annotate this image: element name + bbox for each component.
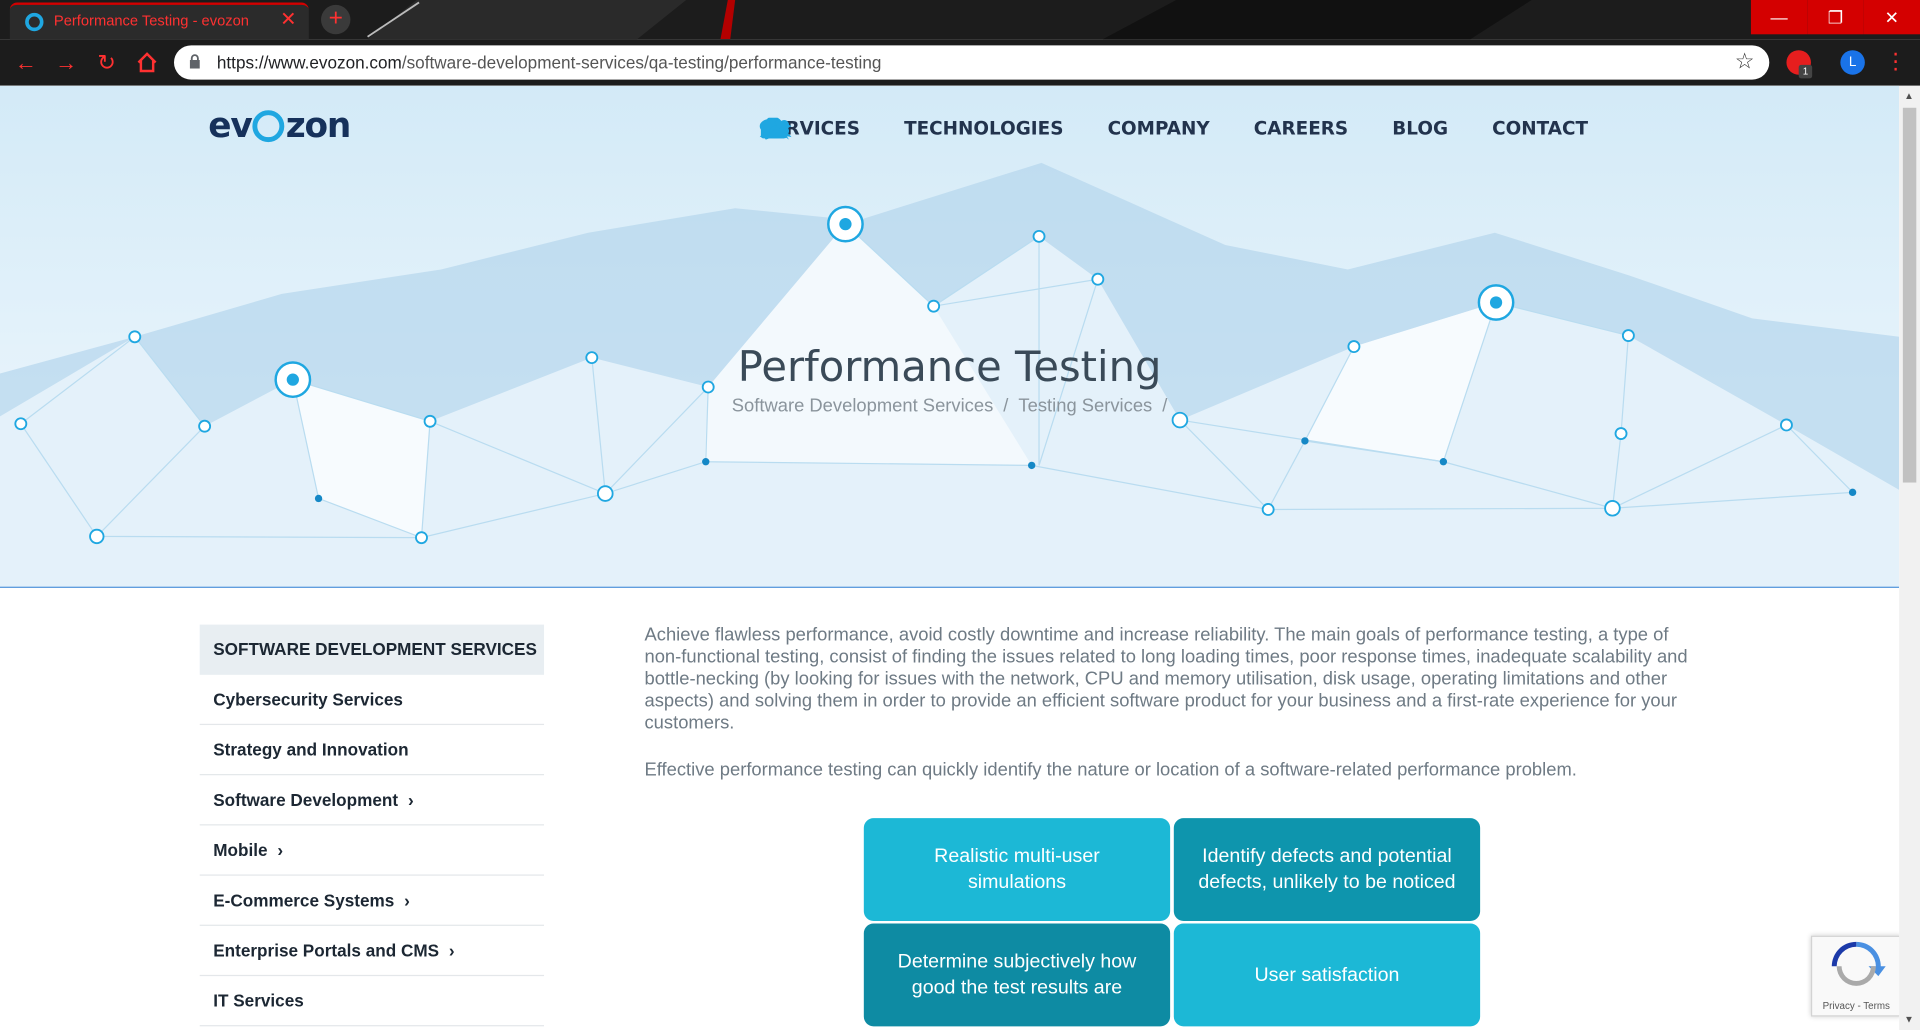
- summary-paragraph: Effective performance testing can quickl…: [644, 759, 1577, 781]
- nav-item-contact[interactable]: CONTACT: [762, 117, 1589, 140]
- page-viewport: ev zon SERVICES TECHNOLOGIES COMPANY CAR…: [0, 85, 1900, 1030]
- sidebar-heading[interactable]: SOFTWARE DEVELOPMENT SERVICES: [199, 624, 545, 675]
- sidebar-item-cybersecurity[interactable]: Cybersecurity Services: [199, 675, 545, 726]
- sidebar-item-label: IT Services: [213, 990, 304, 1011]
- extension-badge: 1: [1798, 64, 1813, 79]
- sidebar-item-enterprise-portals[interactable]: Enterprise Portals and CMS ›: [199, 926, 545, 977]
- sidebar-item-label: Software Development: [213, 789, 399, 810]
- hero-banner: ev zon SERVICES TECHNOLOGIES COMPANY CAR…: [0, 85, 1900, 588]
- sidebar-item-label: Enterprise Portals and CMS: [213, 940, 440, 961]
- recaptcha-icon: [1831, 941, 1886, 986]
- address-bar[interactable]: https://www.evozon.com/software-developm…: [173, 45, 1770, 80]
- close-window-button[interactable]: ✕: [1863, 0, 1920, 35]
- chevron-right-icon: ›: [407, 789, 414, 810]
- main-navigation: SERVICES TECHNOLOGIES COMPANY CAREERS BL…: [759, 117, 1589, 140]
- sidebar-item-strategy[interactable]: Strategy and Innovation: [199, 725, 545, 776]
- restore-button[interactable]: ❐: [1807, 0, 1864, 35]
- forward-arrow-icon[interactable]: →: [53, 49, 80, 76]
- breadcrumb-link-software-development[interactable]: Software Development Services: [732, 396, 994, 417]
- scroll-up-icon[interactable]: ▲: [1904, 91, 1914, 102]
- sidebar-item-label: Cybersecurity Services: [213, 689, 403, 710]
- nav-item-careers[interactable]: CAREERS: [759, 117, 1349, 140]
- page-title: Performance Testing: [737, 342, 1162, 392]
- tab-close-icon[interactable]: ✕: [280, 9, 296, 33]
- main-content: Achieve flawless performance, avoid cost…: [644, 625, 1698, 782]
- evozon-logo[interactable]: ev zon: [208, 105, 352, 146]
- benefits-grid: Realistic multi-user simulations Identif…: [863, 818, 1482, 1027]
- phone-icon: [762, 118, 785, 140]
- benefit-tile: User satisfaction: [1173, 923, 1481, 1027]
- evozon-favicon-icon: [25, 12, 44, 32]
- sidebar-item-label: Mobile: [213, 840, 268, 860]
- window-controls: — ❐ ✕: [1750, 0, 1920, 35]
- browser-toolbar: ← → ↻ https://www.evozon.com/software-de…: [0, 39, 1920, 86]
- nav-label: COMPANY: [1107, 117, 1210, 140]
- url-path: /software-development-services/qa-testin…: [401, 52, 882, 73]
- hero-network-art: [0, 162, 1900, 587]
- breadcrumb-separator: /: [1162, 395, 1168, 417]
- nav-label: CONTACT: [1492, 117, 1589, 140]
- scrollbar-thumb[interactable]: [1902, 107, 1917, 483]
- back-arrow-icon[interactable]: ←: [12, 49, 39, 76]
- home-icon[interactable]: [134, 49, 161, 76]
- logo-right-text: zon: [285, 105, 352, 146]
- nav-item-blog[interactable]: BLOG: [759, 117, 1449, 140]
- url-host: https://www.evozon.com: [216, 52, 402, 73]
- chevron-right-icon: ›: [448, 940, 455, 961]
- nav-item-company[interactable]: COMPANY: [759, 117, 1210, 140]
- breadcrumb-separator: /: [1003, 395, 1009, 417]
- new-tab-button[interactable]: +: [321, 4, 351, 35]
- logo-o-mark: [252, 110, 285, 143]
- sidebar-item-label: E-Commerce Systems: [213, 890, 395, 910]
- benefit-tile: Identify defects and potential defects, …: [1173, 818, 1481, 921]
- url-text: https://www.evozon.com/software-developm…: [217, 53, 882, 73]
- recaptcha-links[interactable]: Privacy - Terms: [1812, 1001, 1899, 1012]
- nav-label: TECHNOLOGIES: [904, 117, 1064, 140]
- tab-title: Performance Testing - evozon: [53, 12, 249, 30]
- chevron-right-icon: ›: [404, 890, 410, 910]
- breadcrumb: Software Development Services / Testing …: [0, 396, 1899, 417]
- recaptcha-badge[interactable]: Privacy - Terms: [1810, 935, 1900, 1017]
- services-sidebar: SOFTWARE DEVELOPMENT SERVICES Cybersecur…: [199, 624, 545, 1027]
- breadcrumb-link-testing-services[interactable]: Testing Services: [1018, 396, 1152, 417]
- bookmark-star-icon[interactable]: ☆: [1735, 49, 1755, 75]
- intro-paragraph: Achieve flawless performance, avoid cost…: [644, 624, 1688, 734]
- browser-menu-icon[interactable]: ⋮: [1884, 48, 1906, 75]
- sidebar-item-software-development[interactable]: Software Development ›: [199, 775, 545, 826]
- nav-label: CAREERS: [1253, 117, 1349, 140]
- browser-tab-active[interactable]: Performance Testing - evozon ✕: [9, 2, 309, 40]
- sidebar-item-mobile[interactable]: Mobile ›: [199, 825, 545, 876]
- benefit-tile: Determine subjectively how good the test…: [863, 923, 1171, 1027]
- nav-label: BLOG: [1392, 117, 1449, 140]
- sidebar-item-label: Strategy and Innovation: [213, 739, 409, 760]
- reload-icon[interactable]: ↻: [93, 49, 120, 76]
- page-scrollbar[interactable]: ▲ ▼: [1899, 85, 1920, 1030]
- browser-tab-bar: Performance Testing - evozon ✕ + — ❐ ✕: [0, 0, 1920, 40]
- sidebar-item-ecommerce[interactable]: E-Commerce Systems ›: [199, 876, 545, 926]
- nav-item-technologies[interactable]: TECHNOLOGIES: [763, 117, 1064, 140]
- minimize-button[interactable]: —: [1750, 0, 1808, 35]
- lock-icon: [189, 54, 200, 69]
- logo-left-text: ev: [208, 105, 252, 146]
- profile-avatar[interactable]: L: [1840, 50, 1865, 75]
- sidebar-item-it-services[interactable]: IT Services: [199, 976, 545, 1027]
- scroll-down-icon[interactable]: ▼: [1904, 1014, 1914, 1025]
- chevron-right-icon: ›: [277, 840, 284, 860]
- benefit-tile: Realistic multi-user simulations: [863, 818, 1171, 921]
